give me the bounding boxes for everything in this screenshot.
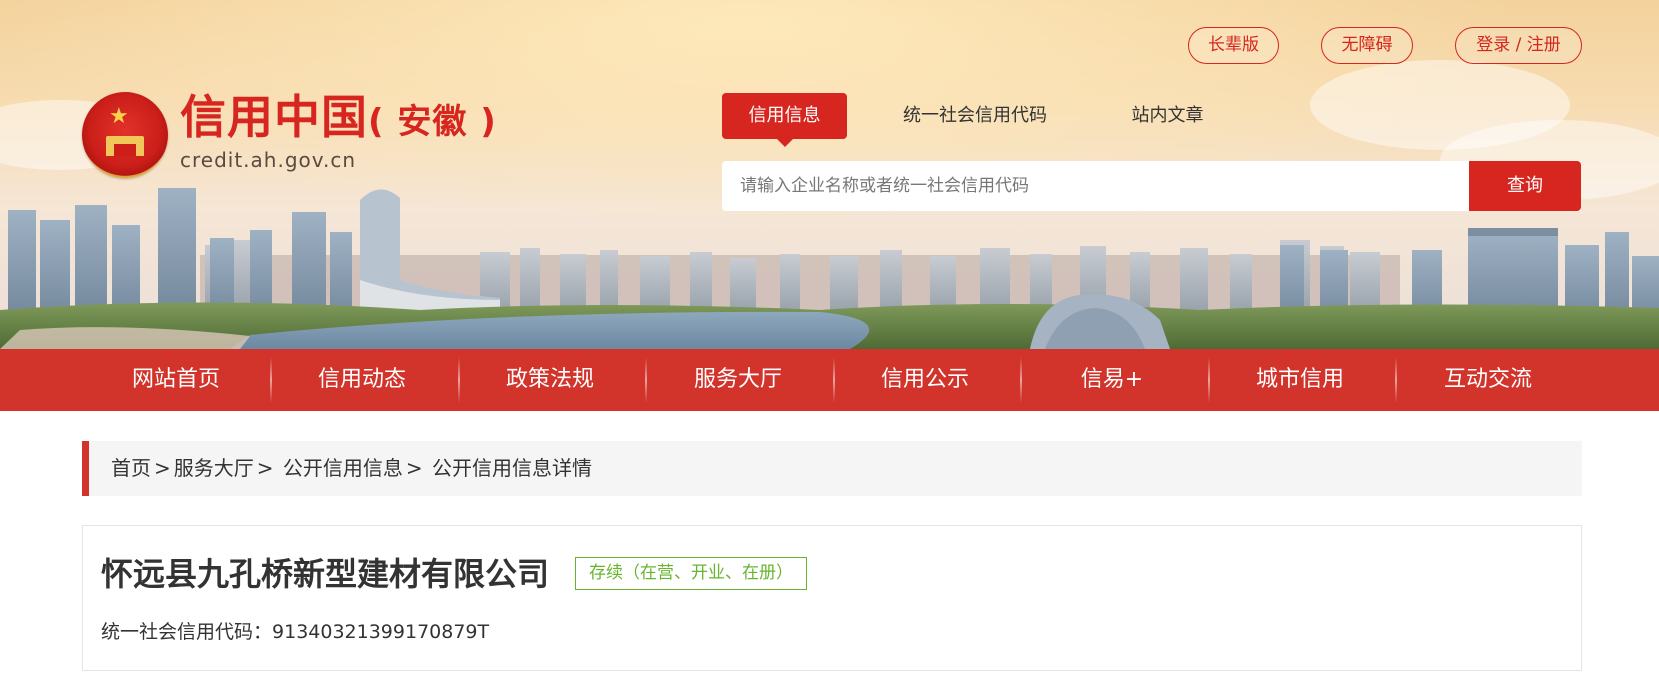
company-name: 怀远县九孔桥新型建材有限公司 bbox=[101, 555, 550, 593]
national-emblem-icon: ★ bbox=[82, 92, 168, 178]
breadcrumb-current: 公开信用信息详情 bbox=[432, 456, 593, 480]
breadcrumb-public-credit-info[interactable]: 公开信用信息 bbox=[283, 456, 403, 480]
breadcrumb: 首页 > 服务大厅 > 公开信用信息 > 公开信用信息详情 bbox=[82, 441, 1582, 496]
nav-item-credit-news[interactable]: 信用动态 bbox=[268, 349, 456, 411]
breadcrumb-separator: > bbox=[154, 456, 171, 480]
nav-item-xinyi-plus[interactable]: 信易+ bbox=[1018, 349, 1206, 411]
nav-item-credit-publicity[interactable]: 信用公示 bbox=[831, 349, 1019, 411]
breadcrumb-service-hall[interactable]: 服务大厅 bbox=[174, 456, 254, 480]
tab-credit-code[interactable]: 统一社会信用代码 bbox=[890, 93, 1060, 139]
elder-version-button[interactable]: 长辈版 bbox=[1188, 27, 1279, 64]
logo-title: 信用中国( 安徽 ) bbox=[180, 92, 497, 142]
credit-code-line: 统一社会信用代码：91340321399170879T bbox=[101, 619, 489, 645]
login-register-button[interactable]: 登录 / 注册 bbox=[1455, 27, 1582, 64]
search-box bbox=[722, 161, 1581, 211]
tab-site-articles[interactable]: 站内文章 bbox=[1120, 93, 1215, 139]
nav-item-interaction[interactable]: 互动交流 bbox=[1394, 349, 1582, 411]
breadcrumb-separator: > bbox=[405, 456, 423, 480]
nav-item-service-hall[interactable]: 服务大厅 bbox=[644, 349, 832, 411]
breadcrumb-separator: > bbox=[256, 456, 274, 480]
accessibility-button[interactable]: 无障碍 bbox=[1321, 27, 1413, 64]
main-nav: 网站首页 信用动态 政策法规 服务大厅 信用公示 信易+ 城市信用 互动交流 bbox=[0, 349, 1659, 411]
nav-item-city-credit[interactable]: 城市信用 bbox=[1206, 349, 1394, 411]
search-button[interactable]: 查询 bbox=[1469, 161, 1581, 211]
credit-code-label: 统一社会信用代码： bbox=[101, 621, 273, 643]
status-badge: 存续（在营、开业、在册） bbox=[575, 557, 807, 590]
logo-title-text: 信用中国 bbox=[180, 90, 368, 144]
credit-code-value: 91340321399170879T bbox=[272, 621, 490, 643]
site-logo[interactable]: ★ 信用中国( 安徽 ) credit.ah.gov.cn bbox=[82, 92, 502, 182]
breadcrumb-home[interactable]: 首页 bbox=[111, 456, 151, 480]
nav-item-home[interactable]: 网站首页 bbox=[82, 349, 270, 411]
search-input[interactable] bbox=[722, 161, 1581, 211]
company-card: 怀远县九孔桥新型建材有限公司 存续（在营、开业、在册） 统一社会信用代码：913… bbox=[82, 525, 1582, 671]
header-banner: ★ 信用中国( 安徽 ) credit.ah.gov.cn 长辈版 无障碍 登录… bbox=[0, 0, 1659, 349]
nav-item-policy[interactable]: 政策法规 bbox=[456, 349, 644, 411]
logo-url: credit.ah.gov.cn bbox=[180, 148, 357, 172]
breadcrumb-trail: 首页 > 服务大厅 > 公开信用信息 > 公开信用信息详情 bbox=[111, 441, 592, 496]
tab-credit-info[interactable]: 信用信息 bbox=[722, 93, 847, 147]
logo-region-text: ( 安徽 ) bbox=[368, 102, 497, 142]
